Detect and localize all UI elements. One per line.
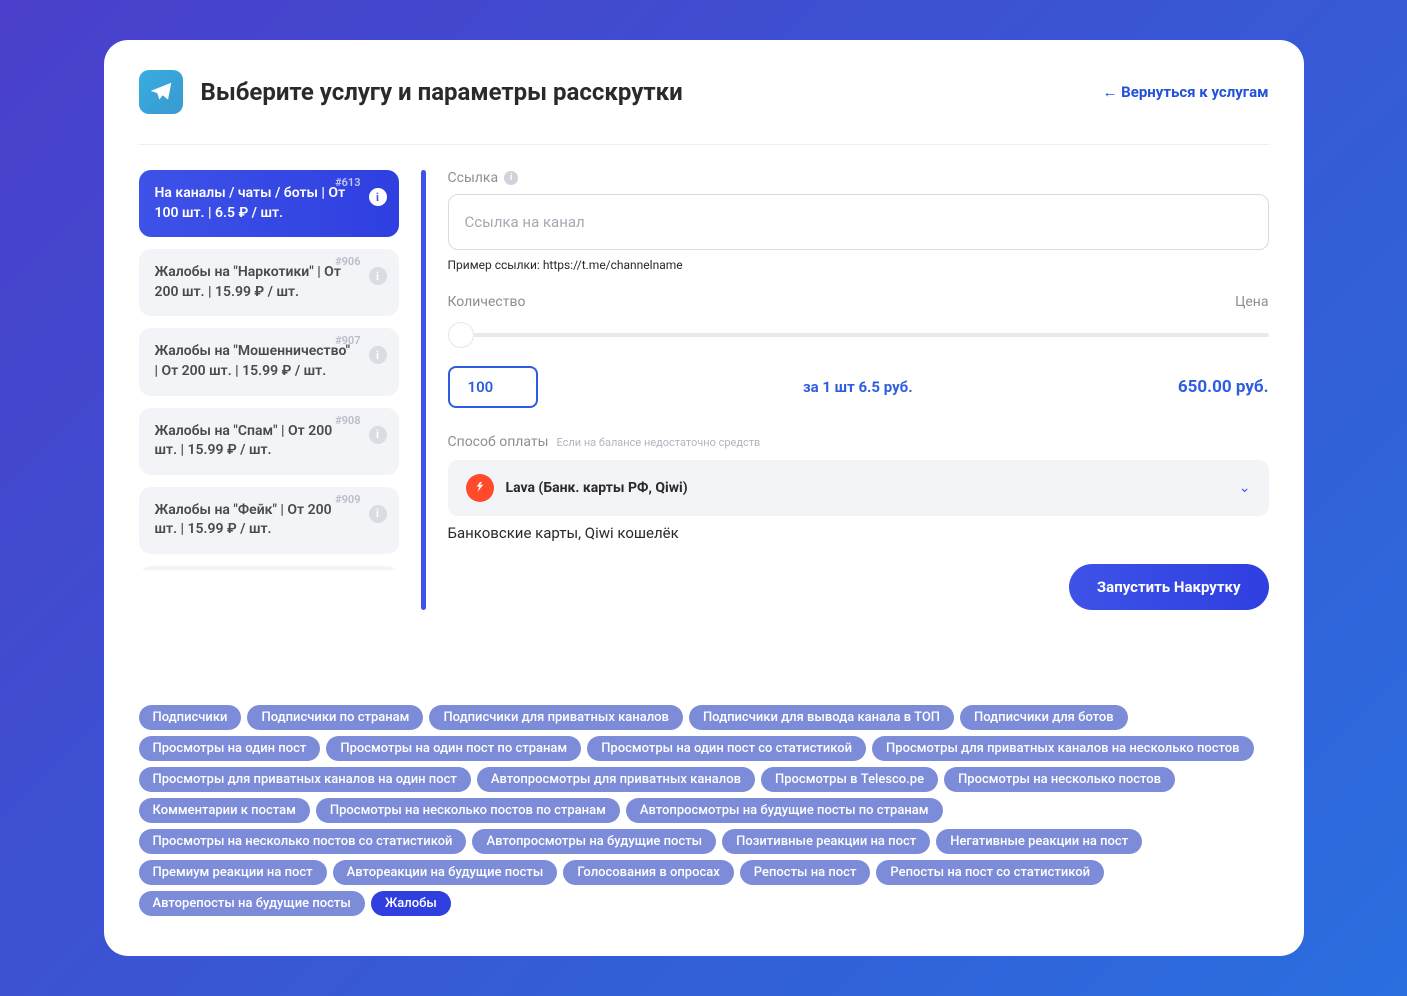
pay-sublabel: Если на балансе недостаточно средств: [556, 436, 760, 449]
category-tag[interactable]: Подписчики для приватных каналов: [429, 705, 682, 730]
category-tag[interactable]: Просмотры на несколько постов по странам: [316, 798, 620, 823]
service-id: #613: [335, 176, 360, 189]
divider: [139, 144, 1269, 145]
header: Выберите услугу и параметры расскрутки В…: [139, 70, 1269, 114]
qty-input[interactable]: [448, 366, 538, 408]
service-label: Жалобы на "Наркотики" | От 200 шт. | 15.…: [155, 263, 383, 302]
category-tag[interactable]: Комментарии к постам: [139, 798, 310, 823]
category-tag[interactable]: Просмотры на несколько постов со статист…: [139, 829, 467, 854]
pay-label-row: Способ оплаты Если на балансе недостаточ…: [448, 434, 1269, 450]
category-tag[interactable]: Просмотры на один пост по странам: [326, 736, 581, 761]
category-tag[interactable]: Просмотры на несколько постов: [944, 767, 1175, 792]
total-price: 650.00 руб.: [1178, 377, 1269, 397]
service-label: На каналы / чаты / боты | От 100 шт. | 6…: [155, 184, 383, 223]
service-item[interactable]: #906 iЖалобы на "Наркотики" | От 200 шт. …: [139, 249, 399, 316]
category-tag[interactable]: Позитивные реакции на пост: [722, 829, 930, 854]
category-tag[interactable]: Репосты на пост: [740, 860, 871, 885]
category-tag[interactable]: Автопросмотры на будущие посты по страна…: [626, 798, 943, 823]
category-tag[interactable]: Просмотры на один пост: [139, 736, 321, 761]
service-item[interactable]: #907 iЖалобы на "Мошенничество" | От 200 …: [139, 328, 399, 395]
category-tag[interactable]: Просмотры для приватных каналов на неско…: [872, 736, 1253, 761]
service-item[interactable]: #908 iЖалобы на "Спам" | От 200 шт. | 15.…: [139, 408, 399, 475]
pay-label: Способ оплаты: [448, 434, 549, 450]
back-link[interactable]: Вернуться к услугам: [1102, 83, 1268, 101]
lava-icon: [466, 474, 494, 502]
category-tag[interactable]: Репосты на пост со статистикой: [876, 860, 1104, 885]
category-tag[interactable]: Подписчики по странам: [247, 705, 423, 730]
link-input[interactable]: [448, 194, 1269, 250]
payment-description: Банковские карты, Qiwi кошелёк: [448, 524, 1269, 542]
qty-values: за 1 шт 6.5 руб. 650.00 руб.: [448, 366, 1269, 408]
category-tag[interactable]: Подписчики для ботов: [960, 705, 1128, 730]
service-label: Жалобы на "Мошенничество" | От 200 шт. |…: [155, 342, 383, 381]
main-card: Выберите услугу и параметры расскрутки В…: [104, 40, 1304, 956]
info-icon[interactable]: i: [369, 267, 387, 285]
info-icon[interactable]: i: [369, 188, 387, 206]
payment-option-name: Lava (Банк. карты РФ, Qiwi): [506, 480, 688, 496]
link-label-text: Ссылка: [448, 170, 499, 186]
slider-thumb[interactable]: [448, 322, 474, 348]
category-tag[interactable]: Подписчики для вывода канала в ТОП: [689, 705, 954, 730]
service-item[interactable]: #909 iЖалобы на "Фейк" | От 200 шт. | 15.…: [139, 487, 399, 554]
category-tag[interactable]: Негативные реакции на пост: [936, 829, 1142, 854]
category-tag[interactable]: Автопросмотры на будущие посты: [472, 829, 716, 854]
unit-price: за 1 шт 6.5 руб.: [538, 378, 1178, 396]
service-item[interactable]: #613 iНа каналы / чаты / боты | От 100 шт…: [139, 170, 399, 237]
slider-track: [448, 333, 1269, 337]
service-sidebar: #613iНа каналы / чаты / боты | От 100 шт…: [139, 170, 399, 570]
service-item[interactable]: #910i: [139, 566, 399, 570]
qty-slider[interactable]: [448, 322, 1269, 348]
info-icon[interactable]: i: [504, 171, 518, 185]
category-tag[interactable]: Просмотры в Telesco.pe: [761, 767, 938, 792]
category-tag[interactable]: Авторепосты на будущие посты: [139, 891, 365, 916]
qty-header: Количество Цена: [448, 294, 1269, 310]
category-tag[interactable]: Автореакции на будущие посты: [333, 860, 558, 885]
category-tag[interactable]: Премиум реакции на пост: [139, 860, 327, 885]
category-tag[interactable]: Автопросмотры для приватных каналов: [477, 767, 755, 792]
chevron-down-icon: ⌄: [1239, 480, 1251, 496]
link-label: Ссылка i: [448, 170, 1269, 186]
service-label: Жалобы на "Фейк" | От 200 шт. | 15.99 ₽ …: [155, 501, 383, 540]
service-label: Жалобы на "Спам" | От 200 шт. | 15.99 ₽ …: [155, 422, 383, 461]
link-hint: Пример ссылки: https://t.me/channelname: [448, 258, 1269, 272]
vertical-accent-bar: [421, 170, 426, 610]
price-label: Цена: [1235, 294, 1268, 310]
category-tag[interactable]: Жалобы: [371, 891, 451, 916]
payment-select[interactable]: Lava (Банк. карты РФ, Qiwi) ⌄: [448, 460, 1269, 516]
category-tags: ПодписчикиПодписчики по странамПодписчик…: [139, 705, 1269, 916]
submit-button[interactable]: Запустить Накрутку: [1069, 564, 1269, 610]
service-id: #909: [335, 493, 360, 506]
category-tag[interactable]: Подписчики: [139, 705, 242, 730]
service-id: #906: [335, 255, 360, 268]
telegram-icon: [139, 70, 183, 114]
page-title: Выберите услугу и параметры расскрутки: [201, 78, 683, 106]
header-left: Выберите услугу и параметры расскрутки: [139, 70, 683, 114]
category-tag[interactable]: Просмотры для приватных каналов на один …: [139, 767, 471, 792]
body: #613iНа каналы / чаты / боты | От 100 шт…: [139, 170, 1269, 610]
info-icon[interactable]: i: [369, 346, 387, 364]
form-area: Ссылка i Пример ссылки: https://t.me/cha…: [448, 170, 1269, 610]
info-icon[interactable]: i: [369, 426, 387, 444]
info-icon[interactable]: i: [369, 505, 387, 523]
category-tag[interactable]: Просмотры на один пост со статистикой: [587, 736, 866, 761]
qty-label: Количество: [448, 294, 526, 310]
category-tag[interactable]: Голосования в опросах: [563, 860, 733, 885]
service-id: #908: [335, 414, 360, 427]
service-id: #907: [335, 334, 360, 347]
